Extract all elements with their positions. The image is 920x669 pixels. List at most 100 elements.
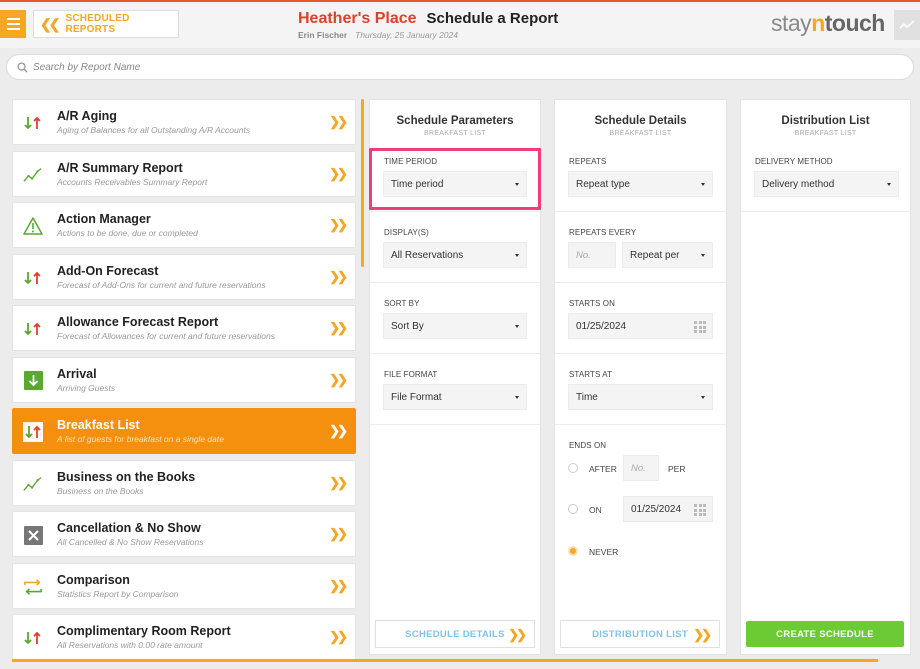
- chevron-right-icon: ❯❯: [329, 526, 348, 541]
- report-name: A/R Summary Report: [57, 160, 183, 175]
- report-item-action-manager[interactable]: Action Manager Actions to be done, due o…: [12, 202, 356, 248]
- logo-text-stay: stay: [771, 10, 812, 36]
- chevron-right-icon: ❯❯: [329, 474, 348, 490]
- report-description: All Reservations with 0.00 rate amount: [57, 640, 203, 650]
- cancel-x-icon: [23, 525, 43, 545]
- caret-down-icon: [515, 254, 519, 257]
- schedule-details-button[interactable]: SCHEDULE DETAILS ❯❯: [375, 620, 535, 648]
- report-name: Complimentary Room Report: [57, 624, 231, 638]
- starts-at-label: STARTS AT: [569, 370, 613, 379]
- ends-on-radio[interactable]: [568, 504, 578, 514]
- report-item-ar-summary[interactable]: A/R Summary Report Accounts Receivables …: [12, 150, 356, 197]
- divider: [370, 282, 540, 283]
- report-list-scrollbar[interactable]: [361, 99, 364, 267]
- up-down-arrows-icon: [23, 113, 43, 133]
- time-period-label: TIME PERIOD: [384, 157, 438, 166]
- caret-down-icon: [515, 325, 519, 328]
- report-description: Statistics Report by Comparison: [57, 588, 179, 599]
- ends-on-label: ENDS ON: [569, 441, 607, 450]
- chevron-right-icon: ❯❯: [329, 423, 348, 438]
- divider: [370, 211, 540, 212]
- panel-title: Schedule Parameters: [396, 115, 514, 127]
- chevron-right-icon: ❯❯: [329, 165, 348, 181]
- displays-select[interactable]: All Reservations: [383, 242, 527, 268]
- search-input[interactable]: [33, 61, 893, 73]
- button-label: SCHEDULE DETAILS: [405, 628, 505, 640]
- report-name: Add-On Forecast: [57, 263, 159, 278]
- report-description: A list of guests for breakfast on a sing…: [57, 434, 224, 444]
- analytics-button[interactable]: [894, 10, 920, 40]
- create-schedule-button[interactable]: CREATE SCHEDULE: [746, 621, 904, 647]
- report-name: Breakfast List: [57, 418, 140, 432]
- repeats-every-label: REPEATS EVERY: [569, 228, 637, 237]
- report-item-arrival[interactable]: Arrival Arriving Guests ❯❯: [12, 356, 356, 403]
- report-search-bar[interactable]: [6, 54, 914, 80]
- chevron-right-icon: ❯❯: [329, 268, 348, 284]
- caret-down-icon: [515, 396, 519, 399]
- ends-on-date-input[interactable]: 01/25/2024: [623, 496, 713, 522]
- report-item-breakfast-list[interactable]: Breakfast List A list of guests for brea…: [12, 408, 356, 454]
- file-format-select[interactable]: File Format: [383, 384, 527, 410]
- report-item-ar-aging[interactable]: A/R Aging Aging of Balances for all Outs…: [12, 99, 356, 145]
- report-list: A/R Aging Aging of Balances for all Outs…: [12, 99, 356, 666]
- ends-after-number-input[interactable]: No.: [623, 455, 659, 481]
- chevron-right-icon: ❯❯: [329, 320, 348, 335]
- starts-at-select[interactable]: Time: [568, 384, 713, 410]
- trend-chart-icon: [23, 474, 43, 494]
- logo-text-n: n: [811, 10, 825, 36]
- never-label: NEVER: [589, 547, 619, 557]
- report-item-cancellation-no-show[interactable]: Cancellation & No Show All Cancelled & N…: [12, 511, 356, 557]
- panel-title: Schedule Details: [594, 115, 687, 127]
- starts-on-date-input[interactable]: 01/25/2024: [568, 313, 713, 339]
- chevron-right-icon: ❯❯: [329, 629, 348, 644]
- report-name: Business on the Books: [57, 469, 196, 484]
- delivery-method-select[interactable]: Delivery method: [754, 171, 899, 197]
- current-date: Thursday, 25 January 2024: [355, 30, 458, 40]
- time-period-select[interactable]: Time period: [383, 171, 527, 197]
- panel-subtitle: BREAKFAST LIST: [423, 130, 487, 137]
- arrival-icon: [23, 371, 43, 391]
- sort-by-select[interactable]: Sort By: [383, 313, 527, 339]
- repeats-every-number-input[interactable]: No.: [568, 242, 616, 268]
- report-description: Actions to be done, due or completed: [57, 228, 198, 238]
- on-label: ON: [589, 505, 602, 515]
- brand-logo: stayntouch: [771, 10, 885, 37]
- calendar-icon[interactable]: [694, 504, 706, 516]
- button-label: DISTRIBUTION LIST: [592, 628, 688, 640]
- select-value: Repeat type: [576, 178, 630, 190]
- select-value: File Format: [391, 391, 442, 403]
- back-to-scheduled-reports-button[interactable]: ❮❮ SCHEDULED REPORTS: [33, 10, 179, 38]
- report-item-comparison[interactable]: Comparison Statistics Report by Comparis…: [12, 562, 356, 609]
- ends-after-radio[interactable]: [568, 463, 578, 473]
- starts-on-label: STARTS ON: [569, 299, 615, 308]
- up-down-arrows-icon: [23, 422, 43, 442]
- divider: [555, 211, 726, 212]
- hamburger-menu-button[interactable]: [0, 10, 26, 38]
- up-down-arrows-icon: [23, 628, 43, 648]
- report-item-add-on-forecast[interactable]: Add-On Forecast Forecast of Add-Ons for …: [12, 253, 356, 300]
- user-name: Erin Fischer: [298, 30, 348, 40]
- delivery-method-label: DELIVERY METHOD: [755, 157, 833, 166]
- trend-chart-icon: [23, 165, 43, 185]
- distribution-list-button[interactable]: DISTRIBUTION LIST ❯❯: [560, 620, 720, 648]
- chevron-right-icon: ❯❯: [329, 371, 348, 387]
- schedule-details-panel: Schedule Details BREAKFAST LIST REPEATS …: [554, 99, 727, 655]
- repeats-per-select[interactable]: Repeat per: [622, 242, 713, 268]
- repeats-select[interactable]: Repeat type: [568, 171, 713, 197]
- caret-down-icon: [701, 183, 705, 186]
- trend-line-icon: [899, 20, 915, 29]
- menu-line-icon: [6, 18, 20, 20]
- up-down-arrows-icon: [23, 319, 43, 339]
- sort-by-label: SORT BY: [384, 299, 420, 308]
- report-description: Arriving Guests: [57, 382, 116, 393]
- report-item-business-on-books[interactable]: Business on the Books Business on the Bo…: [12, 459, 356, 506]
- report-description: Forecast of Allowances for current and f…: [57, 331, 275, 341]
- ends-never-radio[interactable]: [568, 546, 578, 556]
- report-item-complimentary-room[interactable]: Complimentary Room Report All Reservatio…: [12, 614, 356, 660]
- report-name: Comparison: [57, 572, 130, 587]
- divider: [741, 211, 910, 212]
- calendar-icon[interactable]: [694, 321, 706, 333]
- after-label: AFTER: [589, 464, 617, 474]
- caret-down-icon: [887, 183, 891, 186]
- report-item-allowance-forecast[interactable]: Allowance Forecast Report Forecast of Al…: [12, 305, 356, 351]
